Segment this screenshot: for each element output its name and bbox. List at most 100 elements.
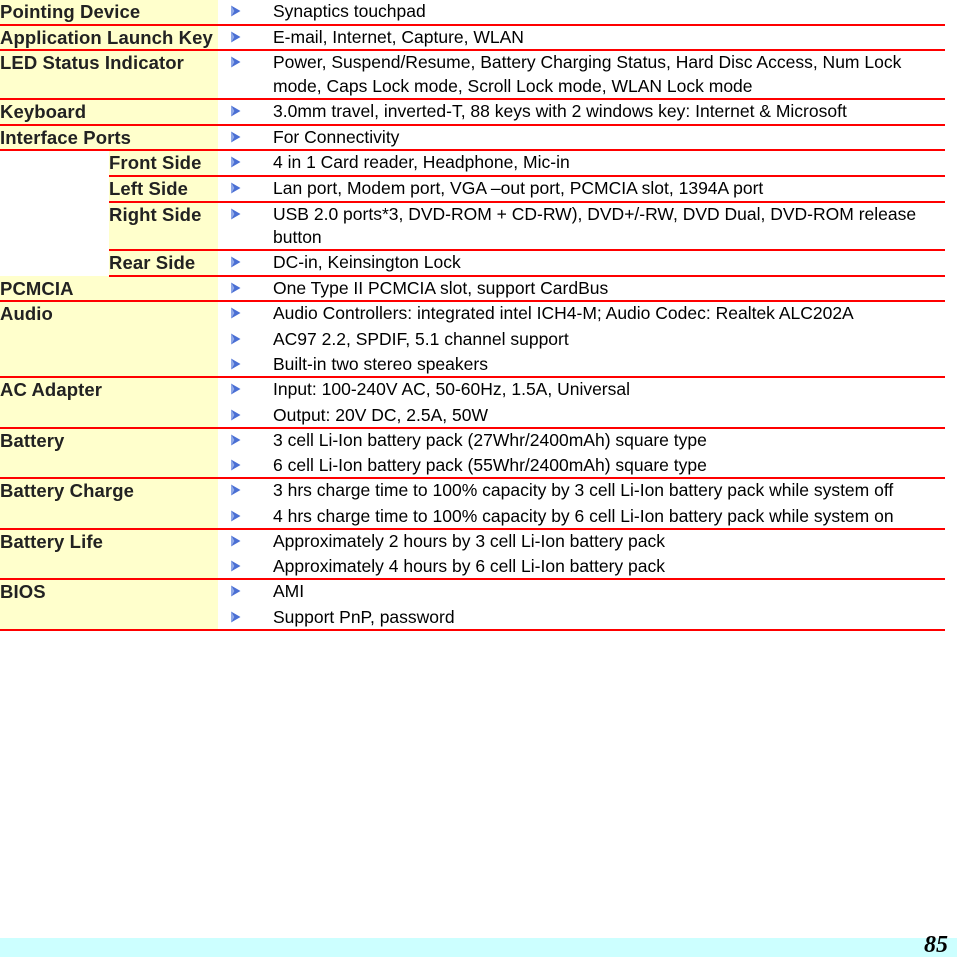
arrow-bullet-icon bbox=[229, 332, 243, 346]
row-value-cell: Audio Controllers: integrated intel ICH4… bbox=[218, 301, 945, 379]
list-item-text: 4 in 1 Card reader, Headphone, Mic-in bbox=[273, 152, 570, 173]
arrow-bullet-icon bbox=[229, 408, 243, 422]
list-item: Approximately 2 hours by 3 cell Li-Ion b… bbox=[218, 530, 945, 553]
list-item: AC97 2.2, SPDIF, 5.1 channel support bbox=[218, 328, 945, 351]
table-row: Left Side Lan port, Modem port, VGA –out … bbox=[0, 175, 945, 203]
row-indent-spacer bbox=[0, 250, 109, 276]
list-item: 3 cell Li-Ion battery pack (27Whr/2400mA… bbox=[218, 429, 945, 452]
list-item-text: Output: 20V DC, 2.5A, 50W bbox=[273, 404, 488, 425]
row-label: Application Launch Key bbox=[0, 24, 218, 52]
row-value-cell: E-mail, Internet, Capture, WLAN bbox=[218, 24, 945, 52]
row-sublabel: Right Side bbox=[109, 201, 218, 252]
row-value-cell: USB 2.0 ports*3, DVD-ROM + CD-RW), DVD+/… bbox=[218, 201, 945, 252]
specification-table: Pointing Device Synaptics touchpad Applica… bbox=[0, 0, 945, 631]
row-value-cell: 3.0mm travel, inverted-T, 88 keys with 2… bbox=[218, 98, 945, 126]
arrow-bullet-icon bbox=[229, 55, 243, 69]
table-row: BIOS AMI Support PnP, password bbox=[0, 579, 945, 631]
row-label: Keyboard bbox=[0, 98, 218, 126]
list-item: Built-in two stereo speakers bbox=[218, 353, 945, 376]
row-sublabel: Rear Side bbox=[109, 250, 218, 277]
row-value-cell: AMI Support PnP, password bbox=[218, 579, 945, 631]
list-item-text: 3.0mm travel, inverted-T, 88 keys with 2… bbox=[273, 100, 847, 121]
bullet-list: Audio Controllers: integrated intel ICH4… bbox=[218, 302, 945, 376]
row-label: LED Status Indicator bbox=[0, 50, 218, 100]
row-indent-spacer bbox=[0, 175, 109, 202]
list-item: USB 2.0 ports*3, DVD-ROM + CD-RW), DVD+/… bbox=[218, 203, 945, 250]
list-item: 4 hrs charge time to 100% capacity by 6 … bbox=[218, 505, 945, 528]
list-item: E-mail, Internet, Capture, WLAN bbox=[218, 26, 945, 49]
list-item-text: One Type II PCMCIA slot, support CardBus bbox=[273, 277, 609, 298]
arrow-bullet-icon bbox=[229, 433, 243, 447]
bullet-list: Approximately 2 hours by 3 cell Li-Ion b… bbox=[218, 530, 945, 579]
list-item-text: E-mail, Internet, Capture, WLAN bbox=[273, 26, 524, 47]
list-item-text: AC97 2.2, SPDIF, 5.1 channel support bbox=[273, 328, 569, 349]
row-label: Battery bbox=[0, 427, 218, 480]
page-canvas: Pointing Device Synaptics touchpad Applica… bbox=[0, 0, 957, 957]
list-item-text: Power, Suspend/Resume, Battery Charging … bbox=[273, 52, 902, 96]
row-indent-spacer bbox=[0, 201, 109, 251]
list-item: Approximately 4 hours by 6 cell Li-Ion b… bbox=[218, 555, 945, 578]
bullet-list: For Connectivity bbox=[218, 126, 945, 149]
arrow-bullet-icon bbox=[229, 4, 243, 18]
bullet-list: AMI Support PnP, password bbox=[218, 580, 945, 629]
list-item-text: DC-in, Keinsington Lock bbox=[273, 252, 461, 273]
list-item-text: 4 hrs charge time to 100% capacity by 6 … bbox=[273, 505, 894, 526]
list-item-text: Synaptics touchpad bbox=[273, 1, 426, 21]
bullet-list: 3 hrs charge time to 100% capacity by 3 … bbox=[218, 479, 945, 528]
arrow-bullet-icon bbox=[229, 306, 243, 320]
table-row: Battery Life Approximately 2 hours by 3 c… bbox=[0, 528, 945, 581]
list-item: DC-in, Keinsington Lock bbox=[218, 251, 945, 274]
arrow-bullet-icon bbox=[229, 483, 243, 497]
row-value-cell: 4 in 1 Card reader, Headphone, Mic-in bbox=[218, 150, 945, 177]
table-row: Application Launch Key E-mail, Internet, … bbox=[0, 24, 945, 52]
row-value-cell: 3 cell Li-Ion battery pack (27Whr/2400mA… bbox=[218, 427, 945, 480]
list-item-text: 3 cell Li-Ion battery pack (27Whr/2400mA… bbox=[273, 429, 707, 450]
bullet-list: 3.0mm travel, inverted-T, 88 keys with 2… bbox=[218, 100, 945, 123]
list-item: Lan port, Modem port, VGA –out port, PCM… bbox=[218, 177, 945, 200]
row-sublabel: Left Side bbox=[109, 175, 218, 203]
bullet-list: Power, Suspend/Resume, Battery Charging … bbox=[218, 51, 945, 98]
table-row: AC Adapter Input: 100-240V AC, 50-60Hz, 1… bbox=[0, 377, 945, 429]
arrow-bullet-icon bbox=[229, 534, 243, 548]
page-number: 85 bbox=[924, 932, 948, 958]
row-value-cell: One Type II PCMCIA slot, support CardBus bbox=[218, 275, 945, 303]
table-row: PCMCIA One Type II PCMCIA slot, support C… bbox=[0, 275, 945, 303]
arrow-bullet-icon bbox=[229, 207, 243, 221]
table-row: Audio Audio Controllers: integrated intel… bbox=[0, 301, 945, 379]
list-item: One Type II PCMCIA slot, support CardBus bbox=[218, 277, 945, 300]
list-item-text: Built-in two stereo speakers bbox=[273, 353, 488, 374]
list-item: 4 in 1 Card reader, Headphone, Mic-in bbox=[218, 151, 945, 174]
arrow-bullet-icon bbox=[229, 181, 243, 195]
row-value-cell: DC-in, Keinsington Lock bbox=[218, 250, 945, 277]
row-value-cell: 3 hrs charge time to 100% capacity by 3 … bbox=[218, 478, 945, 530]
row-value-cell: Lan port, Modem port, VGA –out port, PCM… bbox=[218, 175, 945, 203]
row-value-cell: For Connectivity bbox=[218, 124, 945, 152]
list-item: AMI bbox=[218, 580, 945, 603]
arrow-bullet-icon bbox=[229, 130, 243, 144]
list-item: 3.0mm travel, inverted-T, 88 keys with 2… bbox=[218, 100, 945, 123]
list-item: 6 cell Li-Ion battery pack (55Whr/2400mA… bbox=[218, 454, 945, 477]
list-item-text: 6 cell Li-Ion battery pack (55Whr/2400mA… bbox=[273, 455, 707, 476]
arrow-bullet-icon bbox=[229, 155, 243, 169]
table-row: Pointing Device Synaptics touchpad bbox=[0, 0, 945, 26]
arrow-bullet-icon bbox=[229, 255, 243, 269]
arrow-bullet-icon bbox=[229, 584, 243, 598]
specification-table-body: Pointing Device Synaptics touchpad Applica… bbox=[0, 0, 945, 631]
list-item-text: Audio Controllers: integrated intel ICH4… bbox=[273, 303, 854, 324]
list-item-text: Approximately 4 hours by 6 cell Li-Ion b… bbox=[273, 556, 665, 577]
row-label: Audio bbox=[0, 301, 218, 379]
table-row: Interface Ports For Connectivity bbox=[0, 124, 945, 152]
row-sublabel: Front Side bbox=[109, 150, 218, 177]
list-item-text: AMI bbox=[273, 581, 305, 602]
table-row: Front Side 4 in 1 Card reader, Headphone,… bbox=[0, 150, 945, 177]
list-item-text: Approximately 2 hours by 3 cell Li-Ion b… bbox=[273, 530, 665, 551]
list-item: Output: 20V DC, 2.5A, 50W bbox=[218, 404, 945, 427]
row-value-cell: Power, Suspend/Resume, Battery Charging … bbox=[218, 50, 945, 100]
table-row: Rear Side DC-in, Keinsington Lock bbox=[0, 250, 945, 277]
row-label: BIOS bbox=[0, 579, 218, 631]
list-item-text: Support PnP, password bbox=[273, 606, 455, 627]
row-indent-spacer bbox=[0, 150, 109, 176]
row-label: AC Adapter bbox=[0, 377, 218, 429]
list-item: For Connectivity bbox=[218, 126, 945, 149]
row-label: Pointing Device bbox=[0, 0, 218, 26]
